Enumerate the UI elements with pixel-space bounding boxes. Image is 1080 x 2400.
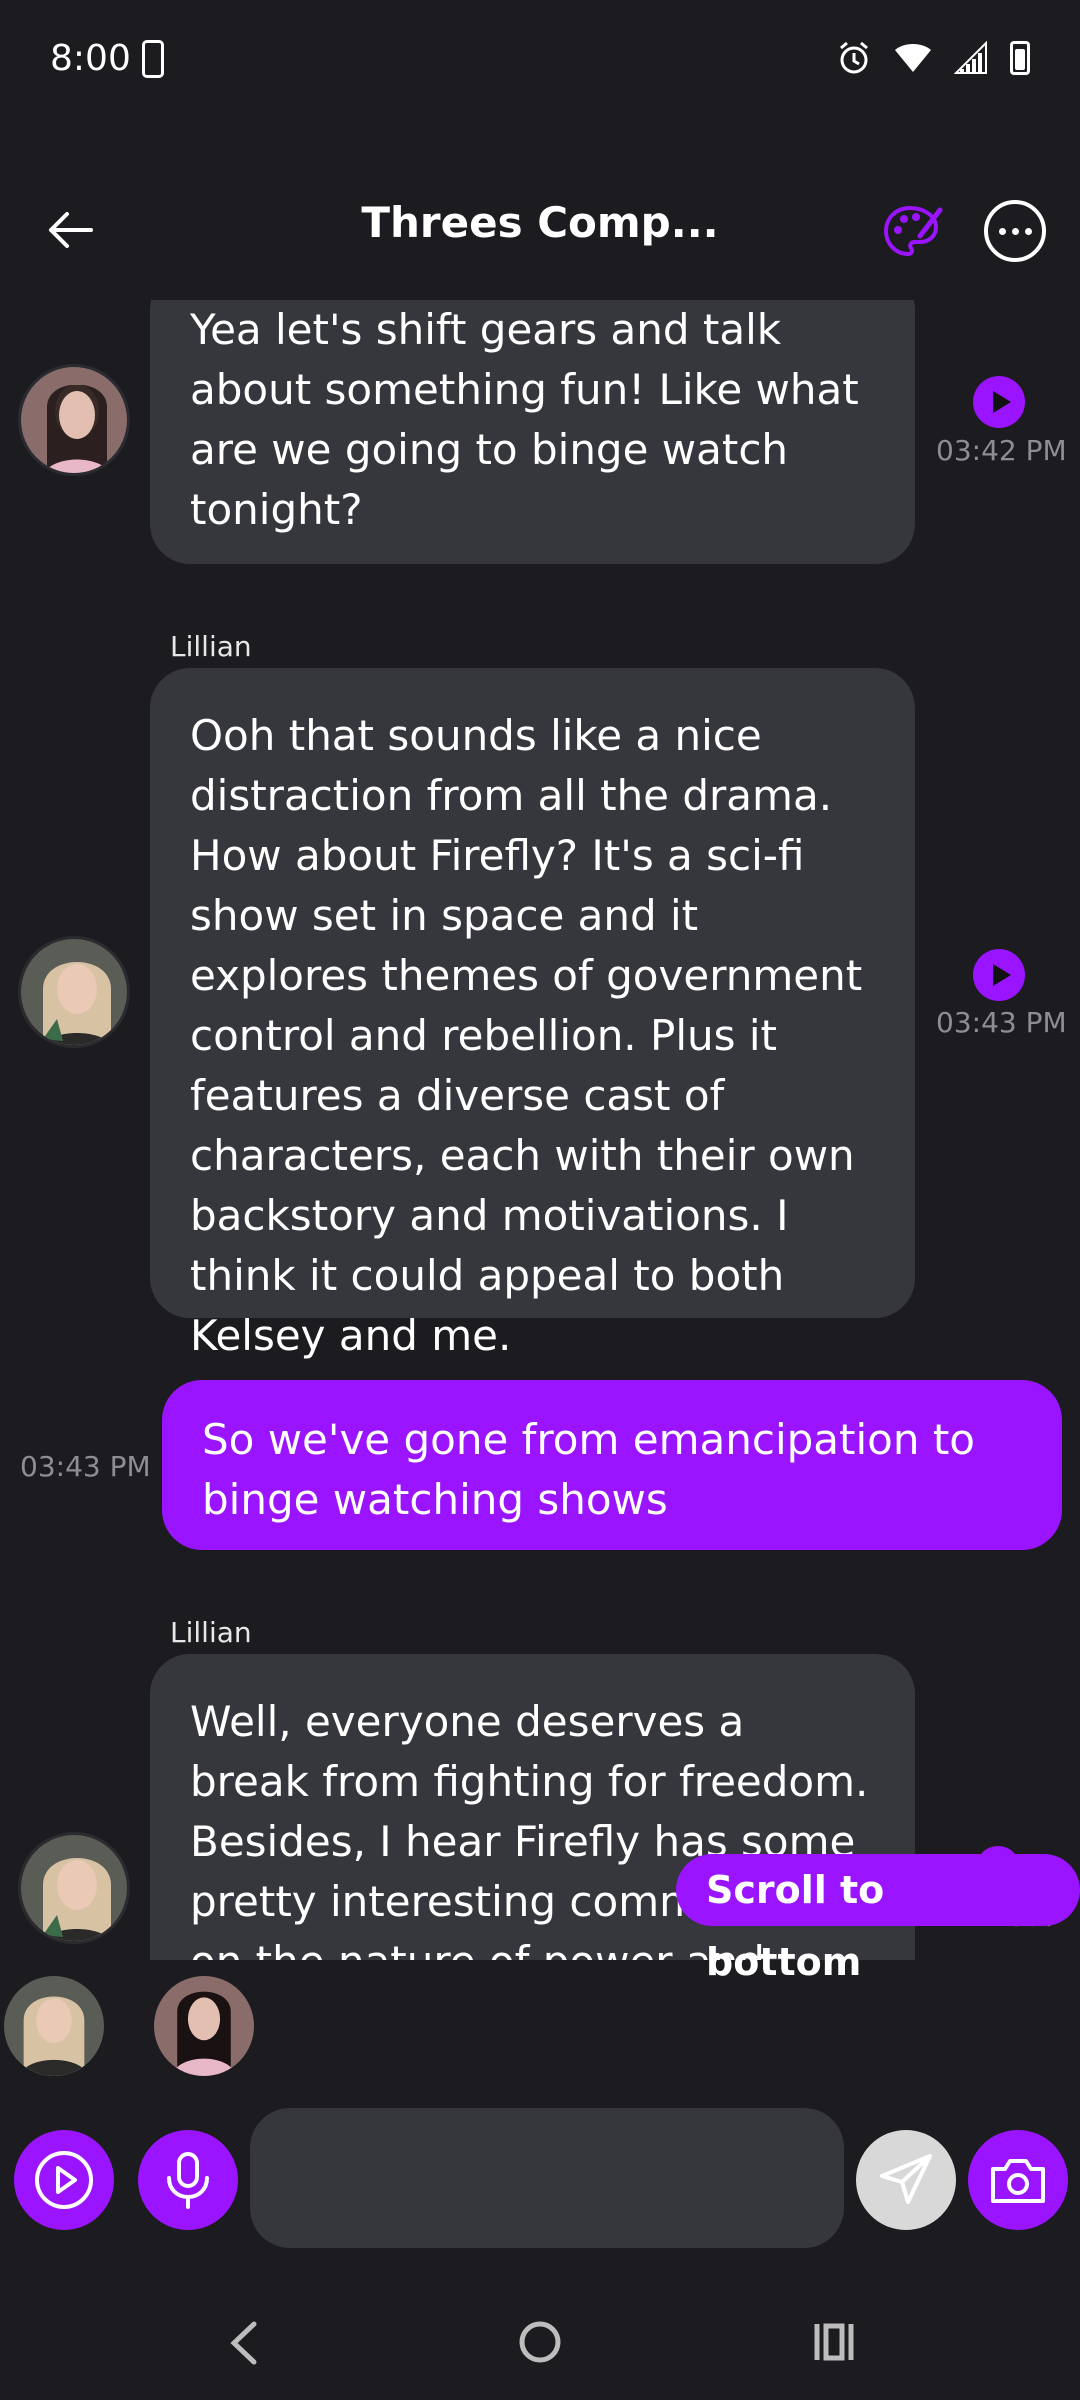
play-audio-button[interactable] [973,376,1025,428]
message-text: Ooh that sounds like a nice distraction … [190,711,863,1360]
phone-icon [142,40,164,78]
send-icon [880,2154,932,2204]
message-list[interactable]: Yea let's shift gears and talk about som… [0,300,1080,1960]
more-options-button[interactable] [984,200,1046,262]
avatar-lillian[interactable] [18,1832,130,1944]
dot [1024,227,1032,235]
system-navigation-bar [0,2290,1080,2400]
message-time: 03:42 PM [936,434,1067,467]
play-circle-icon [35,2151,93,2209]
dot [998,227,1006,235]
composer-bar [0,2100,1080,2250]
palette-icon [883,205,943,257]
signal-icon [954,41,987,74]
avatar-lillian[interactable] [18,936,130,1048]
message-text: Yea let's shift gears and talk about som… [190,305,859,534]
scroll-to-bottom-button[interactable]: Scroll to bottom [676,1854,1080,1984]
status-icons [836,40,1030,76]
send-button[interactable] [856,2130,956,2230]
message-input[interactable] [250,2108,844,2248]
camera-icon [991,2159,1045,2203]
palette-button[interactable] [880,200,944,264]
battery-icon [1010,41,1030,75]
message-time: 03:43 PM [936,1006,1067,1039]
message-time: 03:43 PM [20,1450,151,1483]
camera-button[interactable] [968,2130,1068,2230]
wifi-icon [895,44,931,72]
play-audio-button[interactable] [973,949,1025,1001]
message-bubble[interactable]: Ooh that sounds like a nice distraction … [150,668,915,1360]
message-bubble[interactable]: Yea let's shift gears and talk about som… [150,300,915,564]
participant-avatar-kelsey[interactable] [154,1976,254,2076]
nav-back-icon[interactable] [226,2318,262,2368]
nav-home-icon[interactable] [518,2320,562,2364]
avatar-kelsey[interactable] [18,364,130,476]
status-bar: 8:00 [0,0,1080,120]
participant-avatar-lillian[interactable] [4,1976,104,2076]
outgoing-message-bubble[interactable]: So we've gone from emancipation to binge… [162,1380,1062,1550]
sender-name: Lillian [170,1616,252,1649]
sender-name: Lillian [170,630,252,663]
microphone-icon [167,2152,209,2209]
participants-row [0,1970,1080,2080]
status-time: 8:00 [50,38,131,79]
nav-recents-icon[interactable] [812,2322,856,2362]
chat-header: Threes Comp... [0,180,1080,290]
alarm-icon [840,41,868,74]
microphone-button[interactable] [138,2130,238,2230]
dot [1011,227,1019,235]
play-button[interactable] [14,2130,114,2230]
message-text: So we've gone from emancipation to binge… [202,1415,975,1524]
